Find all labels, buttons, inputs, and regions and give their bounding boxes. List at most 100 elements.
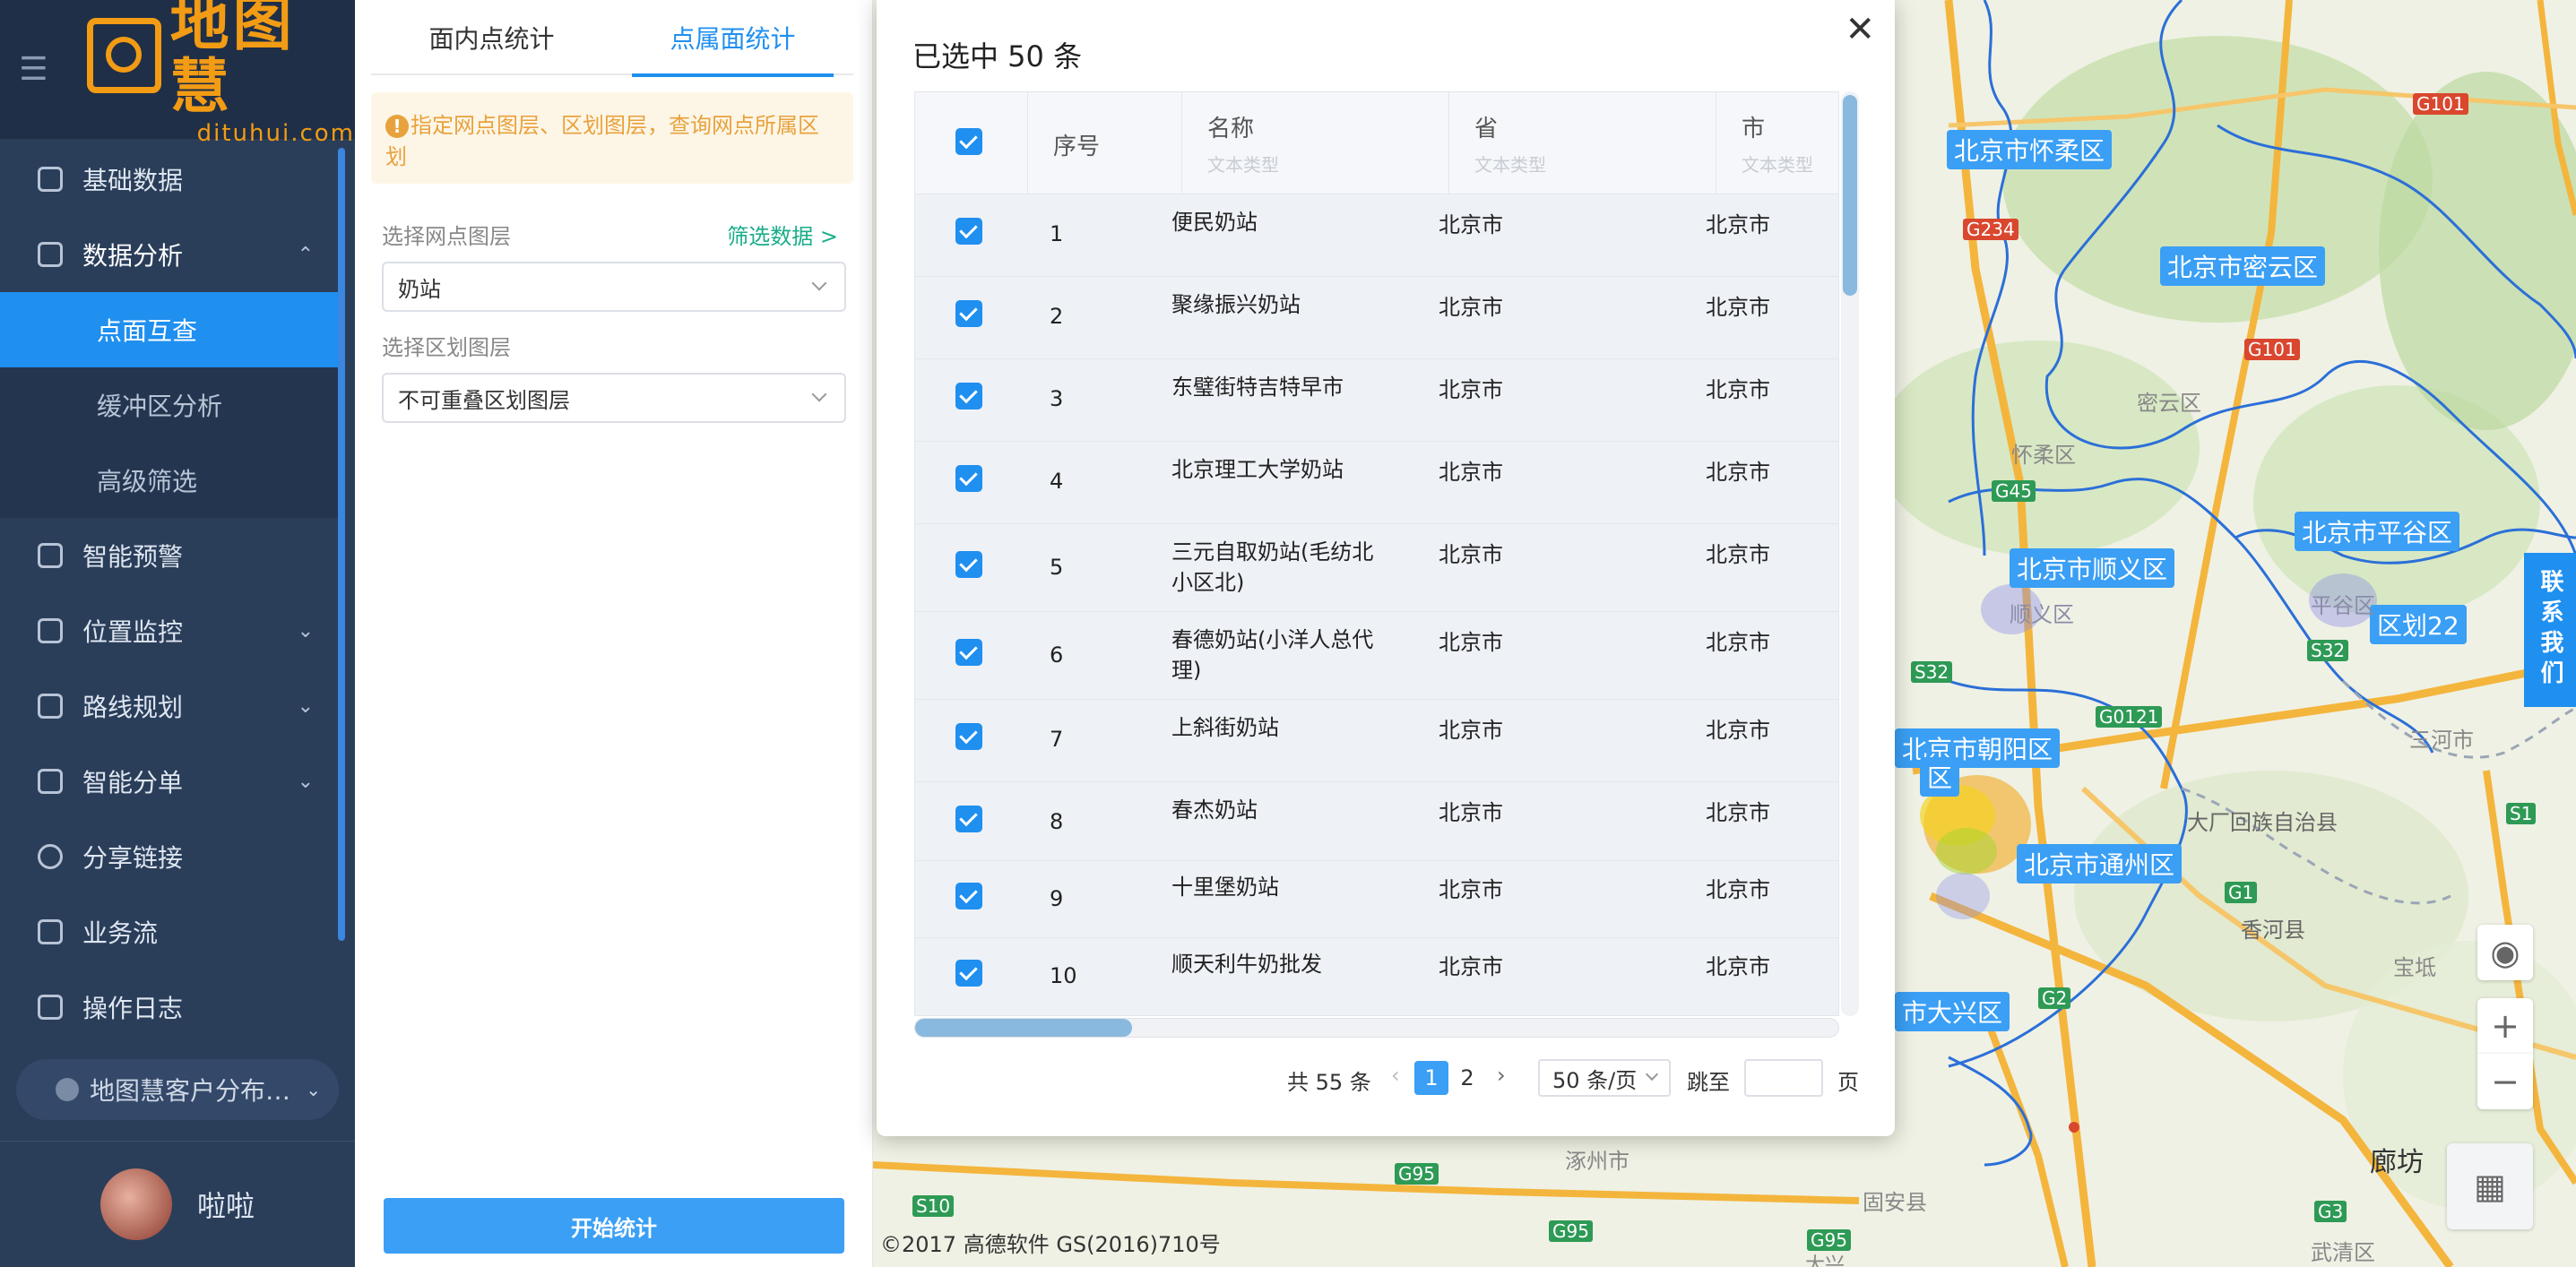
- district-label-daxing[interactable]: 市大兴区: [1895, 992, 2010, 1031]
- row-checkbox[interactable]: [955, 218, 982, 245]
- overview-map-icon[interactable]: ▦: [2447, 1143, 2533, 1229]
- page-button-1[interactable]: 1: [1414, 1061, 1448, 1095]
- sidebar-item-smart-dispatch[interactable]: 智能分单 ⌄: [0, 744, 344, 819]
- avatar[interactable]: [99, 1168, 172, 1240]
- column-header-name[interactable]: 名称 文本类型: [1182, 92, 1449, 194]
- row-checkbox[interactable]: [955, 723, 982, 750]
- road-badge: S32: [1911, 661, 1953, 683]
- eye-icon[interactable]: ◉: [2477, 925, 2533, 980]
- zoom-in-button[interactable]: +: [2477, 998, 2533, 1054]
- cell-name: 春德奶站(小洋人总代理): [1171, 627, 1374, 683]
- cell-index: 4: [1050, 469, 1064, 494]
- table-row[interactable]: 10 顺天利牛奶批发 北京市 北京市: [915, 938, 1838, 1015]
- user-profile[interactable]: 啦啦: [0, 1141, 355, 1267]
- submenu-item-label: 高级筛选: [97, 467, 198, 496]
- sidebar-item-operation-log[interactable]: 操作日志: [0, 970, 344, 1045]
- column-header-type: 文本类型: [1742, 154, 1813, 176]
- jump-page-input[interactable]: [1744, 1059, 1823, 1097]
- table-row[interactable]: 8 春杰奶站 北京市 北京市: [915, 782, 1838, 861]
- row-checkbox[interactable]: [955, 551, 982, 578]
- page-suffix-label: 页: [1837, 1070, 1859, 1095]
- cell-province: 北京市: [1439, 377, 1503, 402]
- row-checkbox[interactable]: [955, 639, 982, 666]
- log-icon: [38, 995, 63, 1020]
- district-label-partial[interactable]: 区: [1920, 757, 1960, 797]
- cell-province: 北京市: [1439, 212, 1503, 237]
- sidebar-item-smart-alert[interactable]: 智能预警: [0, 518, 344, 593]
- table-row[interactable]: 6 春德奶站(小洋人总代理) 北京市 北京市: [915, 612, 1838, 700]
- cell-index: 8: [1050, 809, 1064, 834]
- row-checkbox[interactable]: [955, 300, 982, 327]
- place-label: 怀柔区: [2011, 443, 2076, 468]
- region-layer-select[interactable]: 不可重叠区划图层: [382, 373, 846, 423]
- analysis-icon: [38, 242, 63, 267]
- start-statistics-button[interactable]: 开始统计: [384, 1198, 844, 1254]
- district-label-huairou[interactable]: 北京市怀柔区: [1947, 130, 2113, 169]
- sidebar-item-route-planning[interactable]: 路线规划 ⌄: [0, 668, 344, 744]
- column-header-city[interactable]: 市 文本类型: [1716, 92, 1838, 194]
- next-page-button[interactable]: ›: [1497, 1063, 1506, 1088]
- row-checkbox[interactable]: [955, 383, 982, 409]
- dispatch-icon: [38, 769, 63, 794]
- table-row[interactable]: 4 北京理工大学奶站 北京市 北京市: [915, 442, 1838, 524]
- row-checkbox[interactable]: [955, 883, 982, 909]
- district-label-miyun[interactable]: 北京市密云区: [2160, 246, 2326, 286]
- road-badge: G45: [1992, 480, 2036, 502]
- submenu-item-advanced-filter[interactable]: 高级筛选: [0, 443, 344, 518]
- sidebar-item-data-analysis[interactable]: 数据分析 ⌃: [0, 217, 344, 292]
- jump-label: 跳至: [1687, 1070, 1730, 1095]
- table-row[interactable]: 7 上斜街奶站 北京市 北京市: [915, 700, 1838, 782]
- tab-point-belongs-area[interactable]: 点属面统计: [612, 0, 853, 77]
- scroll-thumb[interactable]: [1843, 95, 1857, 296]
- column-header-province[interactable]: 省 文本类型: [1449, 92, 1716, 194]
- table-row[interactable]: 1 便民奶站 北京市 北京市: [915, 194, 1838, 277]
- district-label-tongzhou[interactable]: 北京市通州区: [2017, 844, 2183, 883]
- tab-points-in-area[interactable]: 面内点统计: [371, 0, 612, 75]
- place-label: 香河县: [2241, 918, 2305, 943]
- row-checkbox[interactable]: [955, 465, 982, 492]
- cell-province: 北京市: [1439, 877, 1503, 902]
- table-row[interactable]: 9 十里堡奶站 北京市 北京市: [915, 861, 1838, 938]
- sidebar-item-workflow[interactable]: 业务流: [0, 894, 344, 970]
- contact-us-button[interactable]: 联系我们: [2524, 553, 2576, 707]
- scroll-thumb[interactable]: [915, 1019, 1132, 1037]
- org-selector-label: 地图慧客户分布…: [90, 1076, 291, 1106]
- table-vertical-scrollbar[interactable]: [1841, 91, 1859, 1016]
- table-row[interactable]: 2 聚缘振兴奶站 北京市 北京市: [915, 277, 1838, 359]
- submenu-item-buffer[interactable]: 缓冲区分析: [0, 367, 344, 443]
- sidebar-item-basic-data[interactable]: 基础数据: [0, 142, 344, 217]
- chevron-down-icon: [1645, 1067, 1659, 1082]
- point-layer-select[interactable]: 奶站: [382, 262, 846, 312]
- district-label-pinggu[interactable]: 北京市平谷区: [2295, 512, 2460, 551]
- column-header-index[interactable]: 序号: [1028, 92, 1182, 194]
- sidebar-item-share-link[interactable]: 分享链接: [0, 819, 344, 894]
- sidebar-scrollbar[interactable]: [338, 148, 345, 941]
- filter-data-link[interactable]: 筛选数据 >: [727, 219, 838, 250]
- district-label-region22[interactable]: 区划22: [2370, 605, 2467, 644]
- prev-page-button[interactable]: ‹: [1391, 1063, 1400, 1088]
- page-size-select[interactable]: 50 条/页: [1538, 1059, 1671, 1097]
- table-row[interactable]: 5 三元自取奶站(毛纺北小区北) 北京市 北京市: [915, 524, 1838, 612]
- table-row[interactable]: 3 东璧街特吉特早市 北京市 北京市: [915, 359, 1838, 442]
- chevron-down-icon: [811, 386, 827, 402]
- page-button-2[interactable]: 2: [1450, 1061, 1484, 1095]
- notice-text: 指定网点图层、区划图层，查询网点所属区划: [385, 113, 819, 169]
- cell-city: 北京市: [1706, 460, 1770, 485]
- menu-collapse-icon[interactable]: ☰: [0, 0, 67, 139]
- cell-index: 9: [1050, 886, 1064, 911]
- close-icon[interactable]: ✕: [1845, 9, 1875, 50]
- place-label: 顺义区: [2010, 602, 2074, 627]
- row-checkbox[interactable]: [955, 960, 982, 987]
- cell-name: 十里堡奶站: [1171, 875, 1279, 900]
- table-horizontal-scrollbar[interactable]: [914, 1018, 1839, 1038]
- select-all-column: [915, 92, 1028, 194]
- district-label-shunyi[interactable]: 北京市顺义区: [2010, 548, 2175, 588]
- cell-province: 北京市: [1439, 800, 1503, 825]
- select-all-checkbox[interactable]: [955, 128, 982, 155]
- row-checkbox[interactable]: [955, 806, 982, 832]
- submenu-item-point-area[interactable]: 点面互查: [0, 292, 344, 367]
- cell-name: 春杰奶站: [1171, 797, 1258, 823]
- sidebar-item-location-monitor[interactable]: 位置监控 ⌄: [0, 593, 344, 668]
- zoom-out-button[interactable]: −: [2477, 1054, 2533, 1109]
- org-selector[interactable]: 地图慧客户分布… ⌄: [16, 1059, 339, 1120]
